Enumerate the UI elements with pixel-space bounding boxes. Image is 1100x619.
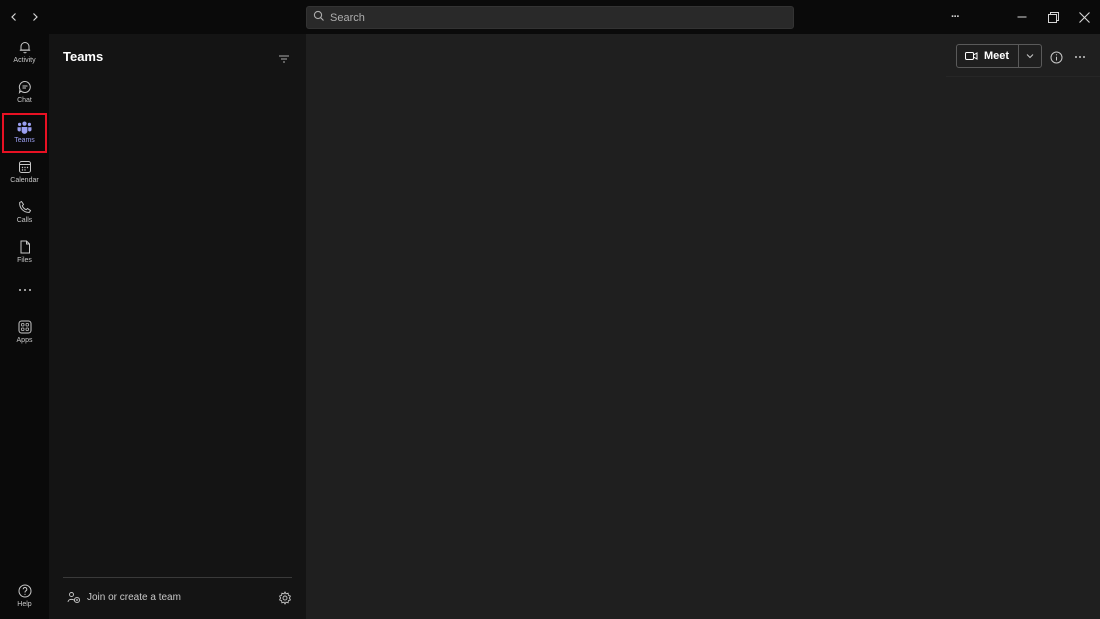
pane-title: Teams bbox=[63, 49, 104, 64]
rail-label: Files bbox=[17, 257, 32, 264]
more-dots-icon bbox=[1075, 56, 1085, 58]
video-camera-icon bbox=[965, 52, 978, 60]
rail-item-chat[interactable]: Chat bbox=[2, 74, 47, 114]
rail-label: Calls bbox=[16, 217, 33, 224]
info-button[interactable] bbox=[1048, 49, 1064, 65]
more-apps-button[interactable] bbox=[2, 282, 47, 308]
info-icon bbox=[1050, 51, 1062, 63]
search-icon bbox=[313, 9, 325, 27]
rail-label: Help bbox=[17, 601, 32, 608]
rail-label: Chat bbox=[17, 97, 32, 104]
close-icon bbox=[1078, 11, 1090, 23]
rail-item-apps[interactable]: Apps bbox=[2, 314, 47, 354]
bell-icon bbox=[19, 42, 30, 54]
title-bar: ··· bbox=[0, 0, 1100, 34]
teams-icon bbox=[17, 121, 32, 134]
phone-icon bbox=[18, 200, 31, 213]
search-bar[interactable] bbox=[306, 6, 794, 29]
help-icon bbox=[18, 584, 31, 598]
pane-divider bbox=[63, 577, 292, 578]
rail-item-activity[interactable]: Activity bbox=[2, 34, 47, 74]
more-options-icon: ··· bbox=[951, 11, 960, 23]
forward-arrow-icon[interactable] bbox=[26, 8, 44, 26]
main-content: Meet bbox=[306, 34, 1100, 619]
rail-item-teams[interactable]: Teams bbox=[2, 113, 47, 153]
rail-item-help[interactable]: Help bbox=[2, 578, 47, 618]
manage-teams-button[interactable] bbox=[278, 591, 294, 607]
back-arrow-icon[interactable] bbox=[5, 8, 23, 26]
meet-button[interactable]: Meet bbox=[957, 45, 1020, 67]
more-actions-button[interactable] bbox=[1072, 49, 1088, 65]
meet-button-group: Meet bbox=[956, 44, 1043, 68]
rail-item-calls[interactable]: Calls bbox=[2, 194, 47, 234]
search-input[interactable] bbox=[330, 11, 770, 24]
rail-label: Apps bbox=[16, 337, 33, 344]
minimize-icon bbox=[1017, 16, 1027, 18]
more-dots-icon bbox=[18, 289, 31, 291]
restore-button[interactable] bbox=[1041, 6, 1065, 28]
meet-label: Meet bbox=[984, 50, 1010, 62]
calendar-icon bbox=[18, 161, 31, 173]
filter-button[interactable] bbox=[278, 51, 294, 65]
close-button[interactable] bbox=[1072, 6, 1096, 28]
join-or-create-team-button[interactable]: Join or create a team bbox=[67, 591, 181, 604]
app-rail: Activity Chat Teams Calendar Calls Files… bbox=[0, 34, 49, 619]
rail-item-calendar[interactable]: Calendar bbox=[2, 154, 47, 194]
teams-list-pane: Teams Join or create a team bbox=[49, 34, 306, 619]
rail-label: Calendar bbox=[10, 177, 39, 184]
filter-icon bbox=[279, 55, 289, 63]
apps-icon bbox=[18, 320, 31, 334]
minimize-button[interactable] bbox=[1010, 6, 1034, 28]
gear-icon bbox=[278, 591, 292, 605]
restore-icon bbox=[1047, 11, 1059, 23]
header-divider bbox=[946, 76, 1100, 77]
chevron-down-icon bbox=[1026, 54, 1034, 59]
chat-icon bbox=[18, 80, 31, 94]
more-options-button[interactable]: ··· bbox=[943, 6, 967, 28]
file-icon bbox=[20, 240, 30, 254]
join-team-icon bbox=[67, 592, 81, 604]
join-team-label: Join or create a team bbox=[87, 592, 181, 603]
rail-item-files[interactable]: Files bbox=[2, 234, 47, 274]
rail-label: Teams bbox=[14, 137, 35, 144]
meet-dropdown-button[interactable] bbox=[1019, 45, 1041, 67]
rail-label: Activity bbox=[13, 57, 36, 64]
